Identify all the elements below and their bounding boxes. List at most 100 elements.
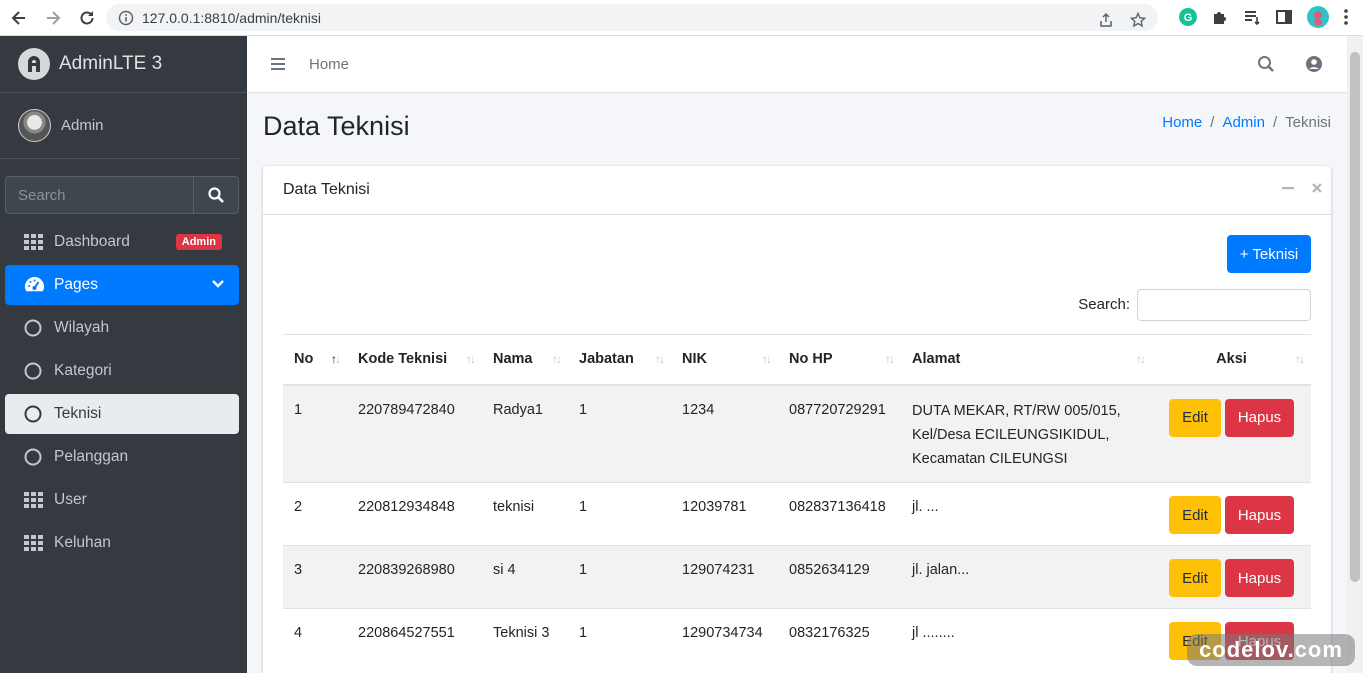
cell-nama: teknisi [482,482,568,546]
sort-asc-icon: ↑↓ [331,352,341,366]
cell-jabatan: 1 [568,545,671,609]
cell-aksi: Edit Hapus [1152,482,1311,546]
table-row: 2 220812934848 teknisi 1 12039781 082837… [283,482,1311,546]
cell-no: 3 [283,545,347,609]
sidebar-item-teknisi[interactable]: Teknisi [5,394,239,434]
side-panel-icon[interactable] [1275,8,1293,30]
col-jabatan[interactable]: Jabatan ↑↓ [568,334,671,386]
sidebar-item-kategori[interactable]: Kategori [5,351,239,391]
cell-kode: 220864527551 [347,608,482,672]
table-header-row: No ↑↓ Kode Teknisi ↑↓ Nama ↑↓ Jabatan ↑↓ NIK… [283,334,1311,386]
cell-hp: 0832176325 [778,608,901,672]
sort-icon: ↑↓ [762,352,772,366]
col-nik[interactable]: NIK ↑↓ [671,334,778,386]
sidebar-search-input[interactable] [5,176,193,214]
circle-icon [24,405,46,423]
top-navbar: Home [247,36,1347,93]
svg-text:G: G [1184,12,1193,24]
back-icon[interactable] [4,3,34,33]
cell-nik: 129074231 [671,545,778,609]
breadcrumb-home[interactable]: Home [1162,114,1202,131]
card-header: Data Teknisi [263,166,1331,215]
col-aksi[interactable]: Aksi ↑↓ [1152,334,1311,386]
address-bar[interactable]: 127.0.0.1:8810/admin/teknisi [106,4,1158,31]
table-row: 4 220864527551 Teknisi 3 1 1290734734 08… [283,608,1311,672]
sidebar-item-keluhan[interactable]: Keluhan [5,523,239,563]
sidebar-menu: Dashboard Admin Pages Wilayah Kategori T… [5,222,239,566]
col-no-hp[interactable]: No HP ↑↓ [778,334,901,386]
delete-button[interactable]: Hapus [1225,398,1294,437]
sidebar-item-dashboard[interactable]: Dashboard Admin [5,222,239,262]
table-search-input[interactable] [1137,289,1311,321]
cell-jabatan: 1 [568,482,671,546]
sidebar-item-label: User [54,491,87,508]
browser-menu-icon[interactable] [1343,8,1349,30]
grammarly-extension-icon[interactable]: G [1179,8,1197,30]
cell-jabatan: 1 [568,384,671,483]
navbar-search-icon[interactable] [1257,55,1275,73]
cell-hp: 082837136418 [778,482,901,546]
reading-list-icon[interactable] [1243,8,1261,30]
brand-text: AdminLTE 3 [59,53,163,74]
breadcrumb-admin[interactable]: Admin [1222,114,1265,131]
cell-alamat: jl ........ [901,608,1152,672]
share-icon[interactable] [1098,12,1114,31]
cell-kode: 220839268980 [347,545,482,609]
forward-icon[interactable] [38,3,68,33]
breadcrumb: Home / Admin / Teknisi [1162,114,1331,131]
sidebar-item-label: Pelanggan [54,448,129,465]
admin-badge: Admin [175,234,222,250]
page-scrollbar[interactable] [1347,36,1363,673]
delete-button[interactable]: Hapus [1225,559,1294,597]
url-text: 127.0.0.1:8810/admin/teknisi [142,9,322,26]
sidebar-search-button[interactable] [193,176,239,214]
col-nama[interactable]: Nama ↑↓ [482,334,568,386]
cell-nama: Teknisi 3 [482,608,568,672]
teknisi-table: No ↑↓ Kode Teknisi ↑↓ Nama ↑↓ Jabatan ↑↓ NIK… [283,334,1311,672]
bookmark-star-icon[interactable] [1129,11,1147,31]
scrollbar-thumb[interactable] [1350,52,1360,582]
sidebar-item-label: Pages [54,276,98,293]
user-avatar [18,109,51,142]
user-panel[interactable]: Admin [0,93,239,159]
hamburger-menu-icon[interactable] [271,58,285,70]
grid-icon [24,535,46,551]
edit-button[interactable]: Edit [1169,398,1221,437]
extensions-puzzle-icon[interactable] [1211,8,1229,30]
circle-icon [24,362,46,380]
col-alamat[interactable]: Alamat ↑↓ [901,334,1152,386]
card-title: Data Teknisi [283,181,370,198]
col-no[interactable]: No ↑↓ [283,334,347,386]
browser-toolbar: 127.0.0.1:8810/admin/teknisi G [0,0,1363,36]
cell-nik: 12039781 [671,482,778,546]
user-name: Admin [61,117,104,134]
edit-button[interactable]: Edit [1169,559,1221,597]
user-circle-icon[interactable] [1306,56,1322,72]
brand-link[interactable]: AdminLTE 3 [0,36,247,93]
col-kode-teknisi[interactable]: Kode Teknisi ↑↓ [347,334,482,386]
nav-home-link[interactable]: Home [309,56,349,73]
site-info-icon[interactable] [118,10,134,26]
search-icon [208,187,224,203]
main-sidebar: AdminLTE 3 Admin Dashboard Admin Pages W… [0,36,247,673]
close-icon[interactable] [1311,181,1323,199]
cell-nik: 1290734734 [671,608,778,672]
sort-icon: ↑↓ [885,352,895,366]
cell-aksi: Edit Hapus [1152,384,1311,483]
sidebar-item-pages[interactable]: Pages [5,265,239,305]
reload-icon[interactable] [72,3,102,33]
sidebar-item-wilayah[interactable]: Wilayah [5,308,239,348]
collapse-minus-icon[interactable] [1281,181,1295,199]
add-teknisi-button[interactable]: + Teknisi [1227,235,1311,273]
sidebar-item-pelanggan[interactable]: Pelanggan [5,437,239,477]
cell-hp: 0852634129 [778,545,901,609]
breadcrumb-current: Teknisi [1285,114,1331,131]
edit-button[interactable]: Edit [1169,496,1221,534]
table-row: 3 220839268980 si 4 1 129074231 08526341… [283,545,1311,609]
cell-no: 1 [283,384,347,483]
profile-avatar-icon[interactable] [1307,6,1329,32]
sidebar-item-user[interactable]: User [5,480,239,520]
delete-button[interactable]: Hapus [1225,496,1294,534]
cell-hp: 087720729291 [778,384,901,483]
watermark: codelov.com [1187,634,1355,666]
